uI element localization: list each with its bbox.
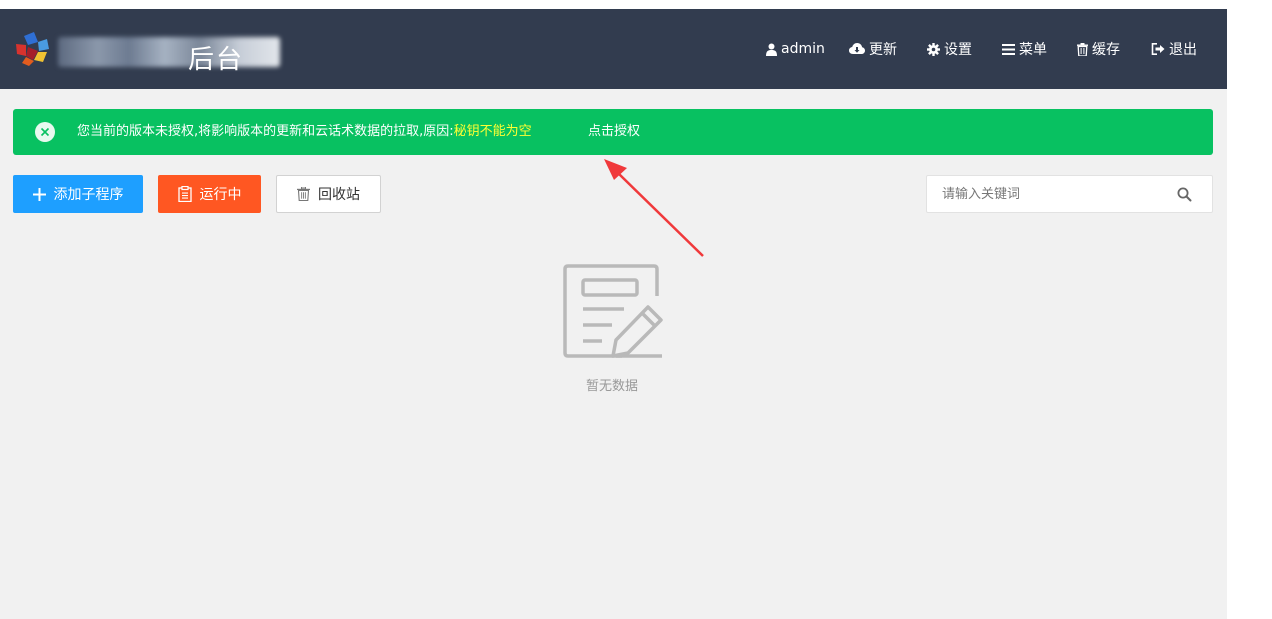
close-circle-icon[interactable] — [35, 122, 55, 142]
trash-icon — [297, 187, 310, 201]
nav-user[interactable]: admin — [766, 9, 825, 89]
nav-cache-label: 缓存 — [1092, 42, 1120, 58]
gear-icon — [927, 42, 940, 56]
empty-state-text: 暂无数据 — [585, 379, 638, 394]
trash-icon — [1077, 42, 1088, 56]
nav-settings[interactable]: 设置 — [927, 9, 972, 89]
recycle-bin-button[interactable]: 回收站 — [276, 175, 381, 213]
nav-logout[interactable]: 退出 — [1151, 9, 1197, 89]
alert-message-text: 您当前的版本未授权,将影响版本的更新和云话术数据的拉取,原因: — [77, 124, 454, 139]
right-strip — [1227, 9, 1272, 619]
add-subprogram-button[interactable]: 添加子程序 — [13, 175, 143, 213]
bars-icon — [1002, 43, 1015, 55]
nav-logout-label: 退出 — [1169, 42, 1197, 58]
clipboard-icon — [177, 186, 192, 202]
nav-menu[interactable]: 菜单 — [1002, 9, 1047, 89]
user-icon — [766, 43, 777, 56]
alert-message: 您当前的版本未授权,将影响版本的更新和云话术数据的拉取,原因:秘钥不能为空 — [77, 124, 532, 140]
plus-icon — [32, 187, 46, 201]
logo-icon — [16, 32, 49, 66]
nav-menu-label: 菜单 — [1019, 42, 1047, 58]
empty-document-icon — [563, 264, 663, 358]
alert-reason: 秘钥不能为空 — [453, 124, 532, 139]
top-navbar: 后台 admin 更新 设置 菜单 缓存 退出 — [0, 9, 1227, 89]
brand-title-blurred — [58, 37, 280, 67]
search-box — [926, 175, 1213, 213]
nav-settings-label: 设置 — [944, 42, 972, 58]
add-subprogram-label: 添加子程序 — [53, 187, 124, 203]
nav-update-label: 更新 — [869, 42, 897, 58]
nav-update[interactable]: 更新 — [849, 9, 897, 89]
running-button[interactable]: 运行中 — [158, 175, 261, 213]
cloud-download-icon — [849, 43, 865, 54]
sign-out-icon — [1151, 43, 1165, 55]
search-icon[interactable] — [1177, 187, 1192, 202]
brand-title: 后台 — [188, 45, 245, 75]
search-input[interactable] — [927, 176, 1182, 212]
recycle-bin-label: 回收站 — [318, 187, 360, 203]
nav-cache[interactable]: 缓存 — [1077, 9, 1120, 89]
nav-user-label: admin — [781, 41, 825, 57]
top-strip — [0, 0, 1272, 9]
license-alert: 您当前的版本未授权,将影响版本的更新和云话术数据的拉取,原因:秘钥不能为空 点击… — [13, 109, 1213, 155]
running-label: 运行中 — [199, 187, 242, 203]
authorize-link[interactable]: 点击授权 — [588, 124, 640, 140]
